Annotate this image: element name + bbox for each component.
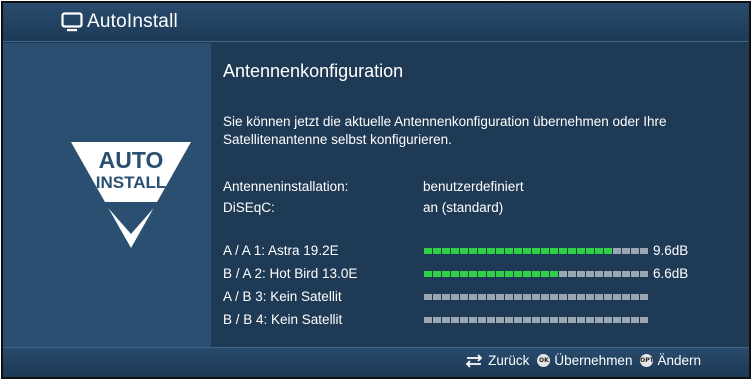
signal-bar (424, 271, 649, 277)
main-content: Antennenkonfiguration Sie können jetzt d… (211, 43, 749, 350)
ok-key-icon[interactable]: OK (537, 354, 551, 367)
satellite-label: A / A 1: Astra 19.2E (223, 243, 339, 258)
signal-db: 6.6dB (653, 266, 689, 281)
satellite-row: B / B 4: Kein Satellit (223, 312, 743, 330)
satellite-row: A / B 3: Kein Satellit (223, 289, 743, 307)
description-text: Sie können jetzt die aktuelle Antennenko… (223, 114, 667, 147)
info-value: an (standard) (423, 200, 504, 215)
info-label: Antenneninstallation: (223, 179, 349, 194)
satellite-row: B / A 2: Hot Bird 13.0E 6.6dB (223, 266, 743, 284)
page-title: AutoInstall (87, 11, 178, 32)
satellite-label: B / B 4: Kein Satellit (223, 312, 343, 327)
key-help: Zurück OK Übernehmen OPT Ändern (464, 353, 709, 368)
signal-fill (424, 271, 559, 277)
signal-fill (424, 248, 613, 254)
satellite-row: A / A 1: Astra 19.2E 9.6dB (223, 243, 743, 261)
apply-label[interactable]: Übernehmen (554, 353, 632, 368)
signal-bar (424, 317, 649, 323)
info-value: benutzerdefiniert (423, 179, 524, 194)
satellite-label: B / A 2: Hot Bird 13.0E (223, 266, 358, 281)
logo-line-auto: AUTO (99, 147, 164, 173)
back-label[interactable]: Zurück (488, 353, 529, 368)
side-panel: AUTO INSTALL (3, 43, 211, 350)
section-heading: Antennenkonfiguration (223, 61, 404, 81)
title-bar: AutoInstall (3, 3, 749, 42)
footer-bar: Zurück OK Übernehmen OPT Ändern (3, 347, 749, 377)
tv-icon (61, 12, 83, 32)
autoinstall-window: AutoInstall AUTO INSTALL Antennenkonfigu… (1, 1, 751, 379)
autoinstall-logo: AUTO INSTALL (71, 142, 191, 248)
signal-bar (424, 294, 649, 300)
change-label[interactable]: Ändern (657, 353, 701, 368)
satellite-label: A / B 3: Kein Satellit (223, 289, 342, 304)
info-row-antenna: Antenneninstallation: benutzerdefiniert (223, 179, 524, 194)
signal-db: 9.6dB (653, 243, 689, 258)
signal-bar (424, 248, 649, 254)
back-arrows-icon[interactable] (464, 353, 484, 368)
info-label: DiSEqC: (223, 200, 275, 215)
info-row-diseqc: DiSEqC: an (standard) (223, 200, 503, 215)
logo-line-install: INSTALL (96, 173, 167, 192)
opt-key-icon[interactable]: OPT (640, 354, 654, 367)
